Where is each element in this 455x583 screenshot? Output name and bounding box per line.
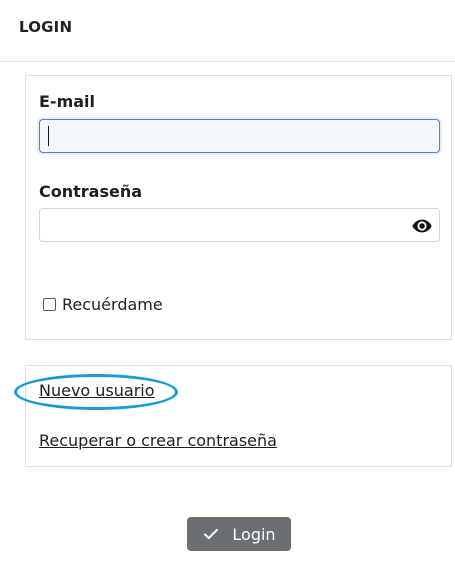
- email-field[interactable]: [39, 119, 440, 153]
- login-button-label: Login: [232, 524, 276, 544]
- text-caret: [48, 126, 49, 146]
- password-label: Contraseña: [39, 182, 143, 201]
- header-divider: [0, 61, 455, 62]
- eye-icon[interactable]: [411, 215, 433, 237]
- login-button[interactable]: Login: [187, 517, 291, 551]
- remember-checkbox[interactable]: [43, 298, 56, 311]
- check-icon: [204, 528, 219, 540]
- login-form-panel: E-mail Contraseña Recuérdame: [25, 75, 452, 340]
- remember-label: Recuérdame: [62, 295, 163, 314]
- links-panel: Nuevo usuario Recuperar o crear contrase…: [25, 365, 452, 467]
- recover-password-link[interactable]: Recuperar o crear contraseña: [39, 431, 277, 450]
- email-label: E-mail: [39, 92, 96, 111]
- page-title: LOGIN: [19, 18, 73, 36]
- new-user-link[interactable]: Nuevo usuario: [39, 381, 155, 400]
- remember-me[interactable]: Recuérdame: [43, 295, 163, 314]
- password-field[interactable]: [39, 208, 440, 242]
